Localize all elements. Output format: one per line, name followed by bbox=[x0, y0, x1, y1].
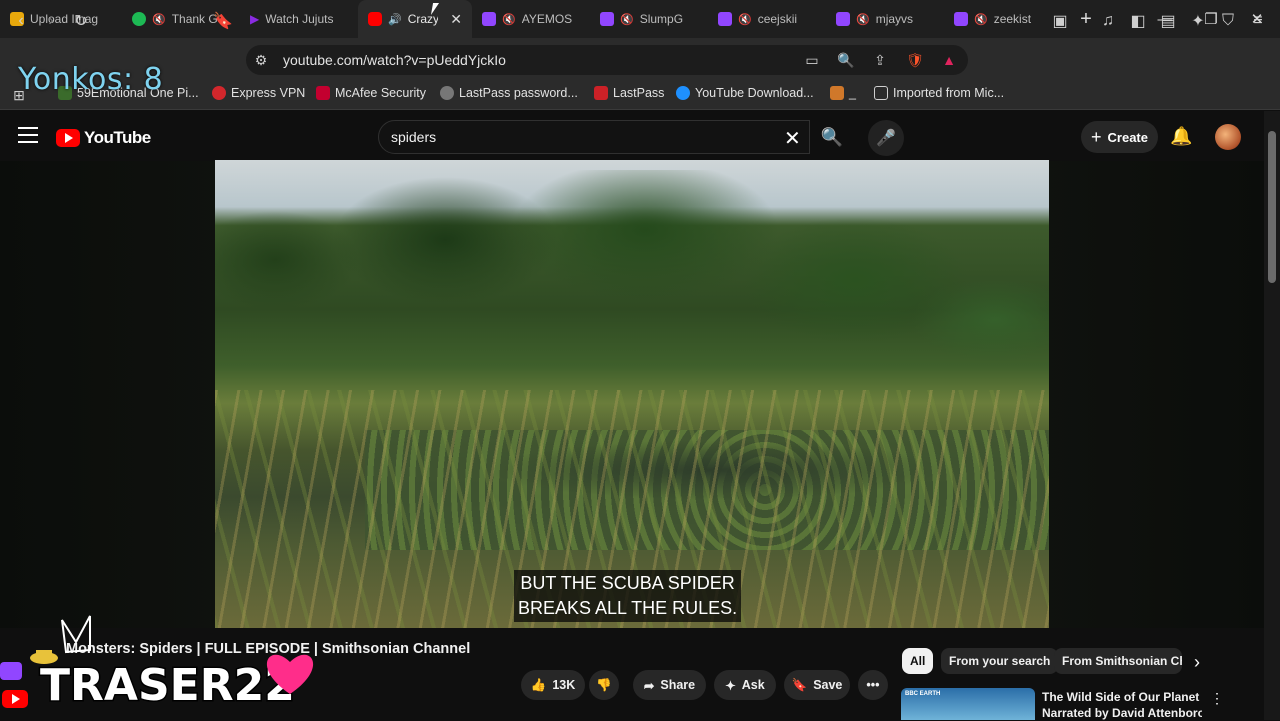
stream-watermark-logo: TRASER22 bbox=[0, 615, 314, 713]
forward-button[interactable]: › bbox=[38, 8, 64, 34]
avatar[interactable] bbox=[1215, 124, 1241, 150]
menu-icon[interactable]: ≡ bbox=[1245, 8, 1271, 34]
tab-youtube-active[interactable]: 🔊 Crazy ✕ bbox=[358, 0, 472, 38]
stream-counter-overlay: Yonkos: 8 bbox=[18, 62, 164, 97]
reload-button[interactable]: ↻ bbox=[68, 8, 94, 34]
twitch-icon bbox=[954, 12, 968, 26]
recommendation-title[interactable]: The Wild Side of Our Planet | Narrated b… bbox=[1042, 689, 1202, 721]
youtube-logo[interactable]: YouTube bbox=[56, 128, 151, 148]
url-text[interactable]: youtube.com/watch?v=pUeddYjckIo bbox=[283, 52, 506, 68]
more-actions-button[interactable]: ••• bbox=[858, 670, 888, 700]
notifications-bell-icon[interactable]: 🔔 bbox=[1170, 126, 1192, 147]
twitch-icon bbox=[718, 12, 732, 26]
bookmark-item[interactable]: LastPass bbox=[594, 86, 664, 100]
cast-icon[interactable]: ▭ bbox=[801, 50, 823, 70]
search-query[interactable]: spiders bbox=[391, 129, 436, 145]
like-button[interactable]: 👍 13K bbox=[521, 670, 585, 700]
tab-twitch-3[interactable]: 🔇 ceejskii bbox=[708, 0, 826, 38]
mic-icon: 🎤 bbox=[876, 130, 896, 147]
chip-from-your-search[interactable]: From your search bbox=[941, 648, 1059, 674]
video-frame-trees bbox=[215, 170, 1049, 370]
dislike-button[interactable]: 👎 bbox=[589, 670, 619, 700]
rewards-icon[interactable]: ▲ bbox=[938, 50, 960, 70]
share-button[interactable]: ➦ Share bbox=[633, 670, 706, 700]
video-player[interactable] bbox=[215, 160, 1049, 628]
youtube-icon bbox=[368, 12, 382, 26]
sparkle-icon: ✦ bbox=[725, 678, 736, 693]
leo-ai-icon[interactable]: ✦ bbox=[1185, 8, 1211, 34]
twitch-icon bbox=[836, 12, 850, 26]
panel-icon[interactable]: ◧ bbox=[1125, 8, 1151, 34]
bookmark-item[interactable]: McAfee Security bbox=[316, 86, 426, 100]
thumbs-up-icon: 👍 bbox=[530, 677, 547, 692]
chevron-right-icon[interactable]: › bbox=[1194, 652, 1200, 673]
lastpass-icon bbox=[594, 86, 608, 100]
chip-from-channel[interactable]: From Smithsonian Char bbox=[1054, 648, 1182, 674]
muted-speaker-icon[interactable]: 🔇 bbox=[738, 13, 752, 26]
bars-icon bbox=[830, 86, 844, 100]
tab-twitch-2[interactable]: 🔇 SlumpG bbox=[590, 0, 708, 38]
more-horizontal-icon: ••• bbox=[866, 678, 880, 692]
clear-search-icon[interactable]: ✕ bbox=[784, 126, 801, 151]
muted-speaker-icon[interactable]: 🔇 bbox=[502, 13, 516, 26]
tab-twitch-1[interactable]: 🔇 AYEMOS bbox=[472, 0, 590, 38]
globe-icon bbox=[440, 86, 454, 100]
thumbs-down-icon: 👎 bbox=[596, 677, 612, 692]
site-info-icon[interactable]: ⚙ bbox=[250, 50, 272, 70]
bookmark-save-icon: 🔖 bbox=[791, 677, 808, 692]
media-icon[interactable]: ♫ bbox=[1095, 8, 1121, 34]
wallet-icon[interactable]: ▤ bbox=[1155, 8, 1181, 34]
close-tab-icon[interactable]: ✕ bbox=[450, 11, 462, 28]
scrollbar-thumb[interactable] bbox=[1268, 131, 1276, 283]
play-icon: ▶ bbox=[250, 12, 260, 26]
search-button[interactable]: 🔍 bbox=[810, 120, 854, 154]
bookmark-icon[interactable]: 🔖 bbox=[210, 8, 236, 34]
share-icon[interactable]: ⇪ bbox=[869, 50, 891, 70]
bookmark-item[interactable]: LastPass password... bbox=[440, 86, 578, 100]
more-vertical-icon[interactable]: ⋮ bbox=[1210, 690, 1224, 707]
bookmark-item[interactable]: YouTube Download... bbox=[676, 86, 814, 100]
sidebar-toggle-icon[interactable]: ▣ bbox=[1047, 8, 1073, 34]
spotify-icon bbox=[132, 12, 146, 26]
back-button[interactable]: ‹ bbox=[8, 8, 34, 34]
youtube-play-icon bbox=[56, 129, 80, 147]
speaker-icon[interactable]: 🔊 bbox=[388, 13, 402, 26]
video-caption: BUT THE SCUBA SPIDER BREAKS ALL THE RULE… bbox=[514, 570, 742, 622]
chip-all[interactable]: All bbox=[902, 648, 934, 674]
tab-twitch-5[interactable]: 🔇 zeekist bbox=[944, 0, 1054, 38]
channel-watermark-logo bbox=[1222, 588, 1254, 598]
muted-speaker-icon[interactable]: 🔇 bbox=[974, 13, 988, 26]
twitch-icon bbox=[600, 12, 614, 26]
expressvpn-icon bbox=[212, 86, 226, 100]
tab-jujutsu[interactable]: ▶ Watch Jujuts bbox=[240, 0, 358, 38]
download-icon bbox=[676, 86, 690, 100]
zoom-icon[interactable]: 🔍 bbox=[835, 50, 857, 70]
recommendation-thumbnail[interactable]: BBC EARTH bbox=[901, 688, 1035, 720]
muted-speaker-icon[interactable]: 🔇 bbox=[620, 13, 634, 26]
twitch-icon bbox=[482, 12, 496, 26]
guide-menu-icon[interactable] bbox=[18, 127, 38, 143]
vpn-icon[interactable]: ⛉ bbox=[1215, 8, 1241, 34]
muted-speaker-icon[interactable]: 🔇 bbox=[856, 13, 870, 26]
search-icon: 🔍 bbox=[820, 126, 844, 147]
voice-search-button[interactable]: 🎤 bbox=[868, 120, 904, 156]
muted-speaker-icon[interactable]: 🔇 bbox=[152, 13, 166, 26]
bookmark-folder[interactable]: Imported from Mic... bbox=[874, 86, 1004, 100]
share-arrow-icon: ➦ bbox=[643, 678, 655, 693]
mcafee-icon bbox=[316, 86, 330, 100]
tab-twitch-4[interactable]: 🔇 mjayvs bbox=[826, 0, 944, 38]
search-input[interactable] bbox=[378, 120, 810, 154]
svg-text:TRASER22: TRASER22 bbox=[40, 660, 295, 711]
bookmark-item[interactable]: _ bbox=[830, 86, 856, 100]
ask-button[interactable]: ✦ Ask bbox=[714, 670, 776, 700]
folder-icon bbox=[874, 86, 888, 100]
brave-shield-icon[interactable]: 🛡 bbox=[904, 50, 926, 70]
create-button[interactable]: + Create bbox=[1081, 121, 1158, 153]
bookmark-item[interactable]: Express VPN bbox=[212, 86, 305, 100]
plus-icon: + bbox=[1091, 126, 1102, 147]
save-button[interactable]: 🔖 Save bbox=[784, 670, 850, 700]
